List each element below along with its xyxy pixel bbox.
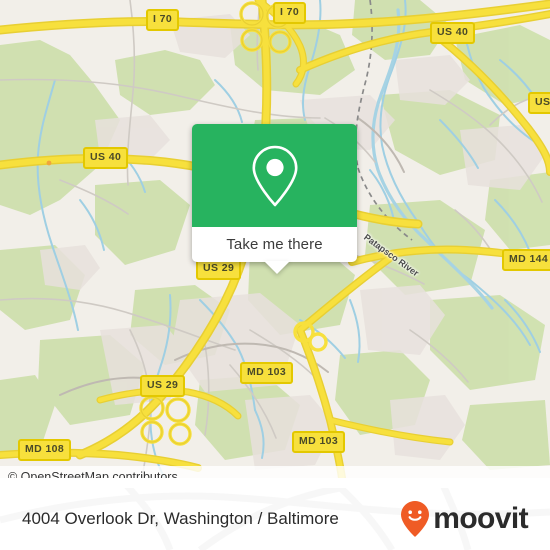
- moovit-pin-smiley-icon: [401, 501, 430, 537]
- road-shield: I 70: [273, 2, 307, 24]
- road-shield: US 40: [83, 147, 129, 169]
- callout-body[interactable]: Take me there: [192, 227, 357, 274]
- footer-bar: 4004 Overlook Dr, Washington / Baltimore…: [0, 488, 550, 550]
- road-shield: US 29: [140, 375, 186, 397]
- map-screenshot: Patapsco River I 70 I 70 US 40 US US 40 US 29…: [0, 0, 550, 550]
- road-shield: MD 103: [292, 431, 346, 453]
- road-shield: I 70: [146, 9, 180, 31]
- map-attribution: © OpenStreetMap contributors: [0, 466, 550, 478]
- location-callout-card[interactable]: Take me there: [192, 124, 357, 274]
- moovit-wordmark: moovit: [433, 502, 528, 535]
- road-shield: US 40: [430, 22, 476, 44]
- road-shield: MD 103: [240, 362, 294, 384]
- moovit-logo[interactable]: moovit: [400, 488, 529, 550]
- callout-header: [192, 124, 357, 227]
- callout-pointer: [264, 261, 290, 274]
- road-shield: MD 108: [18, 439, 72, 461]
- road-shield: MD 144: [502, 249, 550, 271]
- take-me-there-label: Take me there: [226, 236, 323, 253]
- address-title: 4004 Overlook Dr, Washington / Baltimore: [22, 509, 339, 528]
- map-pin-icon: [252, 145, 297, 206]
- road-shield: US: [528, 92, 550, 114]
